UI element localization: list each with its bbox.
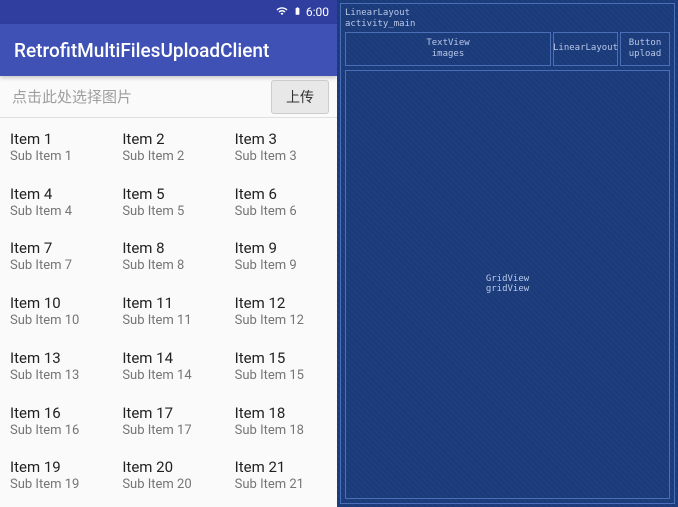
item-sub: Sub Item 10 — [10, 313, 102, 328]
item-sub: Sub Item 16 — [10, 423, 102, 438]
item-title: Item 19 — [10, 458, 102, 476]
item-sub: Sub Item 8 — [122, 258, 214, 273]
list-item[interactable]: Item 15Sub Item 15 — [225, 343, 337, 398]
list-item[interactable]: Item 10Sub Item 10 — [0, 288, 112, 343]
item-title: Item 16 — [10, 404, 102, 422]
blueprint-textview[interactable]: TextView images — [345, 32, 551, 66]
blueprint-textview-label: TextView images — [426, 38, 469, 60]
app-bar: RetrofitMultiFilesUploadClient — [0, 24, 337, 76]
upload-button[interactable]: 上传 — [271, 80, 329, 114]
item-title: Item 4 — [10, 185, 102, 203]
list-item[interactable]: Item 18Sub Item 18 — [225, 398, 337, 453]
item-title: Item 7 — [10, 239, 102, 257]
blueprint-linearlayout[interactable]: LinearLayout — [553, 32, 618, 66]
item-title: Item 18 — [235, 404, 327, 422]
list-item[interactable]: Item 4Sub Item 4 — [0, 179, 112, 234]
item-title: Item 10 — [10, 294, 102, 312]
list-item[interactable]: Item 1Sub Item 1 — [0, 124, 112, 179]
selector-row: 点击此处选择图片 上传 — [0, 76, 337, 118]
item-title: Item 20 — [122, 458, 214, 476]
list-item[interactable]: Item 12Sub Item 12 — [225, 288, 337, 343]
item-sub: Sub Item 18 — [235, 423, 327, 438]
item-title: Item 15 — [235, 349, 327, 367]
item-title: Item 6 — [235, 185, 327, 203]
list-item[interactable]: Item 6Sub Item 6 — [225, 179, 337, 234]
item-title: Item 13 — [10, 349, 102, 367]
list-item[interactable]: Item 20Sub Item 20 — [112, 452, 224, 507]
item-sub: Sub Item 15 — [235, 368, 327, 383]
blueprint-root[interactable]: LinearLayout activity_main TextView imag… — [340, 3, 675, 504]
list-item[interactable]: Item 8Sub Item 8 — [112, 233, 224, 288]
item-sub: Sub Item 9 — [235, 258, 327, 273]
device-preview: 6:00 RetrofitMultiFilesUploadClient 点击此处… — [0, 0, 337, 507]
item-sub: Sub Item 1 — [10, 149, 102, 164]
item-sub: Sub Item 11 — [122, 313, 214, 328]
blueprint-button[interactable]: Button upload — [620, 32, 670, 66]
list-item[interactable]: Item 13Sub Item 13 — [0, 343, 112, 398]
item-sub: Sub Item 13 — [10, 368, 102, 383]
item-sub: Sub Item 17 — [122, 423, 214, 438]
blueprint-gridview-label: GridView gridView — [486, 274, 529, 296]
item-title: Item 17 — [122, 404, 214, 422]
item-sub: Sub Item 20 — [122, 477, 214, 492]
item-title: Item 8 — [122, 239, 214, 257]
image-selector-hint[interactable]: 点击此处选择图片 — [0, 86, 271, 107]
blueprint-button-label: Button upload — [629, 38, 662, 60]
app-title: RetrofitMultiFilesUploadClient — [14, 39, 269, 62]
item-sub: Sub Item 14 — [122, 368, 214, 383]
list-item[interactable]: Item 19Sub Item 19 — [0, 452, 112, 507]
item-title: Item 3 — [235, 130, 327, 148]
item-sub: Sub Item 4 — [10, 204, 102, 219]
item-sub: Sub Item 3 — [235, 149, 327, 164]
list-item[interactable]: Item 11Sub Item 11 — [112, 288, 224, 343]
list-item[interactable]: Item 2Sub Item 2 — [112, 124, 224, 179]
item-title: Item 2 — [122, 130, 214, 148]
list-item[interactable]: Item 14Sub Item 14 — [112, 343, 224, 398]
grid-view[interactable]: Item 1Sub Item 1 Item 2Sub Item 2 Item 3… — [0, 118, 337, 507]
blueprint-top-row: TextView images LinearLayout Button uplo… — [345, 32, 670, 66]
list-item[interactable]: Item 9Sub Item 9 — [225, 233, 337, 288]
list-item[interactable]: Item 17Sub Item 17 — [112, 398, 224, 453]
item-title: Item 21 — [235, 458, 327, 476]
battery-icon — [293, 4, 302, 21]
item-title: Item 9 — [235, 239, 327, 257]
item-title: Item 14 — [122, 349, 214, 367]
item-title: Item 1 — [10, 130, 102, 148]
wifi-icon — [275, 5, 289, 20]
item-sub: Sub Item 7 — [10, 258, 102, 273]
list-item[interactable]: Item 7Sub Item 7 — [0, 233, 112, 288]
item-title: Item 12 — [235, 294, 327, 312]
item-sub: Sub Item 19 — [10, 477, 102, 492]
item-sub: Sub Item 21 — [235, 477, 327, 492]
list-item[interactable]: Item 3Sub Item 3 — [225, 124, 337, 179]
blueprint-linear-label: LinearLayout — [553, 43, 618, 54]
blueprint-panel: LinearLayout activity_main TextView imag… — [337, 0, 678, 507]
item-sub: Sub Item 5 — [122, 204, 214, 219]
list-item[interactable]: Item 21Sub Item 21 — [225, 452, 337, 507]
status-time: 6:00 — [306, 5, 329, 19]
item-title: Item 11 — [122, 294, 214, 312]
item-sub: Sub Item 6 — [235, 204, 327, 219]
list-item[interactable]: Item 16Sub Item 16 — [0, 398, 112, 453]
item-title: Item 5 — [122, 185, 214, 203]
item-sub: Sub Item 2 — [122, 149, 214, 164]
list-item[interactable]: Item 5Sub Item 5 — [112, 179, 224, 234]
item-sub: Sub Item 12 — [235, 313, 327, 328]
status-bar: 6:00 — [0, 0, 337, 24]
blueprint-gridview[interactable]: GridView gridView — [345, 70, 670, 499]
blueprint-root-label: LinearLayout activity_main — [345, 8, 670, 30]
